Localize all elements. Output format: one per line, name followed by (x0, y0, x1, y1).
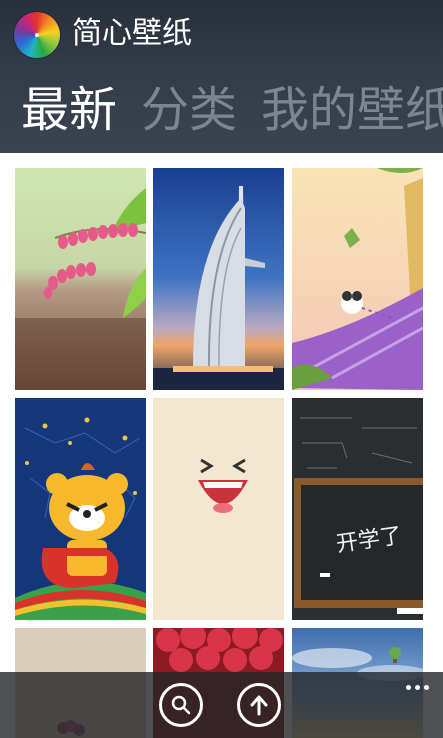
pivot-tabs: 最新 分类 我的壁纸 (21, 80, 443, 140)
tab-my-wallpapers[interactable]: 我的壁纸 (261, 80, 443, 140)
wallpaper-tile-cartoon-bear[interactable] (15, 398, 146, 620)
header: 简心壁纸 最新 分类 我的壁纸 (0, 0, 443, 153)
wallpaper-tile-chalkboard[interactable]: 开学了 (292, 398, 423, 620)
wallpaper-tile-laughing-face[interactable] (153, 398, 284, 620)
tab-categories[interactable]: 分类 (141, 80, 237, 140)
more-dots-icon[interactable] (401, 678, 433, 696)
tab-latest[interactable]: 最新 (21, 80, 117, 140)
upload-arrow-icon (250, 695, 268, 716)
search-icon (171, 695, 191, 715)
upload-button[interactable] (237, 683, 281, 727)
app-bar (0, 672, 443, 738)
wallpaper-tile-cartoon-panda[interactable] (292, 168, 423, 390)
wallpaper-tile-flowers[interactable] (15, 168, 146, 390)
wallpaper-tile-burj-al-arab[interactable] (153, 168, 284, 390)
app-title: 简心壁纸 (72, 16, 192, 51)
search-button[interactable] (159, 683, 203, 727)
color-wheel-icon (14, 12, 60, 58)
wallpaper-grid: 开学了 (0, 153, 443, 738)
